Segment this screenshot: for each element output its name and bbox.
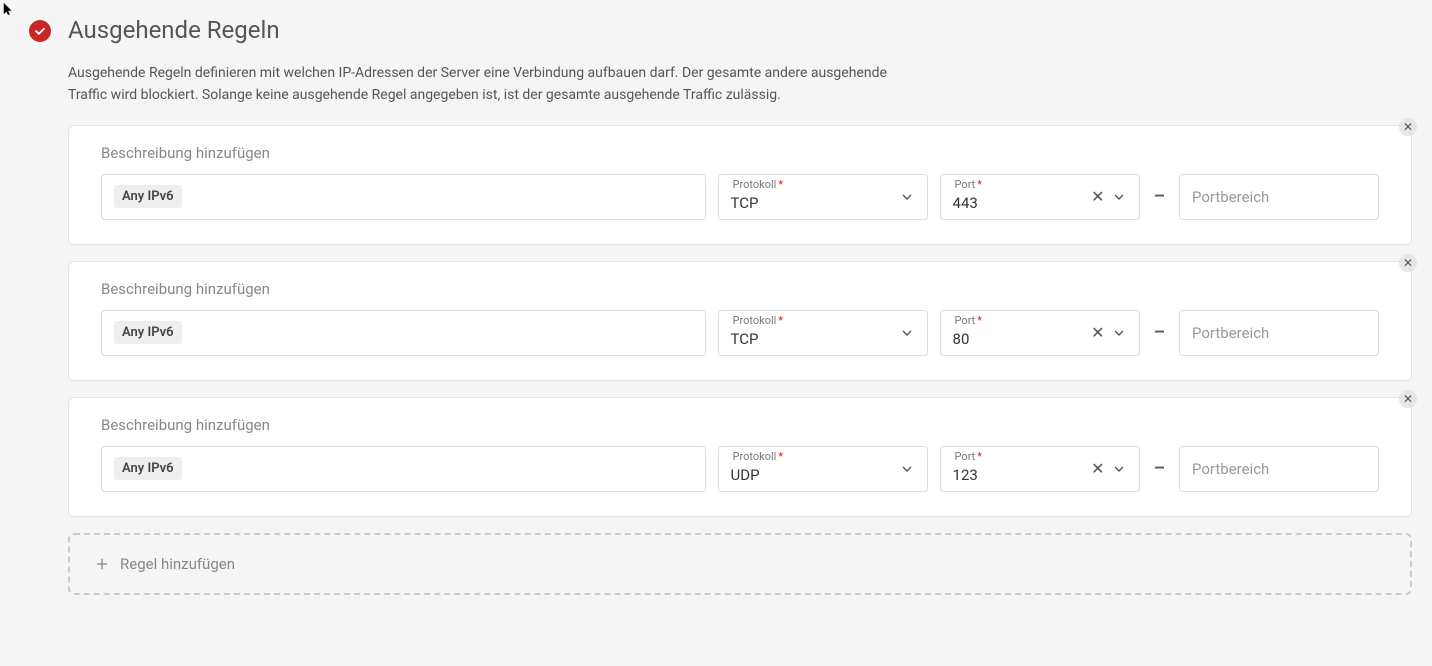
add-rule-button[interactable]: Regel hinzufügen	[68, 533, 1412, 595]
protocol-select[interactable]: Protokoll* UDP	[718, 446, 928, 492]
plus-icon	[94, 556, 110, 572]
timeline-rail	[20, 10, 60, 50]
port-range-input[interactable]: Portbereich	[1179, 174, 1379, 220]
protocol-value: TCP	[731, 194, 899, 212]
chevron-down-icon[interactable]	[1111, 189, 1127, 205]
port-value: 443	[953, 194, 978, 212]
close-icon[interactable]: ✕	[1399, 254, 1417, 272]
protocol-value: UDP	[731, 466, 899, 484]
chevron-down-icon[interactable]	[899, 189, 915, 205]
protocol-label: Protokoll*	[733, 450, 784, 463]
chevron-down-icon[interactable]	[899, 461, 915, 477]
source-field[interactable]: Any IPv6	[101, 446, 706, 492]
rule-description-input[interactable]: Beschreibung hinzufügen	[101, 280, 1379, 298]
port-range-input[interactable]: Portbereich	[1179, 446, 1379, 492]
port-label: Port*	[955, 178, 983, 191]
port-label: Port*	[955, 450, 983, 463]
rule-description-input[interactable]: Beschreibung hinzufügen	[101, 416, 1379, 434]
chevron-down-icon[interactable]	[1111, 461, 1127, 477]
range-separator-icon: –	[1152, 186, 1167, 207]
protocol-select[interactable]: Protokoll* TCP	[718, 310, 928, 356]
cursor-icon	[2, 2, 16, 20]
section-description: Ausgehende Regeln definieren mit welchen…	[68, 62, 928, 107]
range-separator-icon: –	[1152, 458, 1167, 479]
port-select[interactable]: Port* 80 ✕	[940, 310, 1140, 356]
outbound-rules-section: Ausgehende Regeln Ausgehende Regeln defi…	[20, 10, 1412, 595]
port-value: 123	[953, 466, 978, 484]
rule-card: ✕ Beschreibung hinzufügen Any IPv6 Proto…	[68, 125, 1412, 245]
rule-card: ✕ Beschreibung hinzufügen Any IPv6 Proto…	[68, 261, 1412, 381]
clear-icon[interactable]: ✕	[1091, 461, 1104, 477]
port-range-input[interactable]: Portbereich	[1179, 310, 1379, 356]
source-field[interactable]: Any IPv6	[101, 310, 706, 356]
clear-icon[interactable]: ✕	[1091, 325, 1104, 341]
source-field[interactable]: Any IPv6	[101, 174, 706, 220]
chevron-down-icon[interactable]	[1111, 325, 1127, 341]
close-icon[interactable]: ✕	[1399, 118, 1417, 136]
rule-description-input[interactable]: Beschreibung hinzufügen	[101, 144, 1379, 162]
protocol-value: TCP	[731, 330, 899, 348]
port-value: 80	[953, 330, 970, 348]
add-rule-label: Regel hinzufügen	[120, 555, 235, 573]
range-separator-icon: –	[1152, 322, 1167, 343]
port-select[interactable]: Port* 443 ✕	[940, 174, 1140, 220]
protocol-label: Protokoll*	[733, 178, 784, 191]
port-range-placeholder: Portbereich	[1192, 460, 1269, 478]
port-range-placeholder: Portbereich	[1192, 324, 1269, 342]
port-range-placeholder: Portbereich	[1192, 188, 1269, 206]
protocol-label: Protokoll*	[733, 314, 784, 327]
source-tag: Any IPv6	[114, 321, 182, 344]
port-select[interactable]: Port* 123 ✕	[940, 446, 1140, 492]
rule-card: ✕ Beschreibung hinzufügen Any IPv6 Proto…	[68, 397, 1412, 517]
chevron-down-icon[interactable]	[899, 325, 915, 341]
protocol-select[interactable]: Protokoll* TCP	[718, 174, 928, 220]
clear-icon[interactable]: ✕	[1091, 189, 1104, 205]
section-title: Ausgehende Regeln	[68, 16, 1412, 44]
source-tag: Any IPv6	[114, 457, 182, 480]
check-badge-icon	[29, 20, 51, 42]
close-icon[interactable]: ✕	[1399, 390, 1417, 408]
source-tag: Any IPv6	[114, 185, 182, 208]
port-label: Port*	[955, 314, 983, 327]
